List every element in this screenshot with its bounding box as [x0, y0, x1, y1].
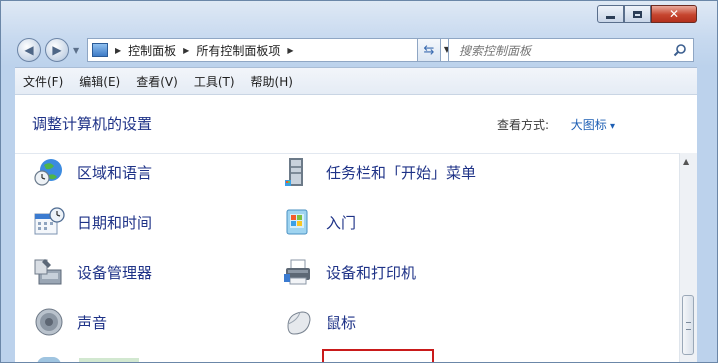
- item-mouse[interactable]: 鼠标: [282, 306, 356, 338]
- item-date-time[interactable]: 日期和时间: [33, 206, 152, 238]
- item-label: 日期和时间: [77, 213, 153, 232]
- item-getting-started[interactable]: 入门: [282, 206, 356, 238]
- speaker-icon: [35, 308, 63, 336]
- chevron-right-icon[interactable]: ▶: [183, 46, 189, 55]
- item-sound[interactable]: 声音: [33, 306, 107, 338]
- navigation-bar: ◀ ▶ ▼ ▶ 控制面板 ▶ 所有控制面板项 ▶ ▼ ⇆: [17, 37, 697, 63]
- menu-edit[interactable]: 编辑(E): [71, 73, 128, 90]
- view-by-dropdown[interactable]: 大图标: [571, 116, 615, 133]
- refresh-button[interactable]: ⇆: [417, 38, 441, 62]
- partial-item-label: [79, 358, 139, 362]
- content-pane: 调整计算机的设置 查看方式: 大图标 区域和语言: [15, 94, 697, 362]
- page-title: 调整计算机的设置: [32, 115, 153, 133]
- item-device-manager[interactable]: 设备管理器: [33, 256, 152, 288]
- forward-arrow-icon: ▶: [52, 43, 62, 57]
- minimize-icon: [606, 15, 615, 19]
- address-bar[interactable]: ▶ 控制面板 ▶ 所有控制面板项 ▶ ▼: [87, 38, 457, 62]
- getting-started-icon: [286, 209, 308, 235]
- calendar-clock-icon: [34, 207, 65, 235]
- globe-clock-icon: [34, 159, 62, 186]
- item-label: 声音: [77, 313, 108, 332]
- scroll-up-arrow-icon[interactable]: ▲: [683, 157, 689, 166]
- close-button[interactable]: ✕: [651, 5, 697, 23]
- item-label: 设备和打印机: [326, 263, 417, 282]
- highlight-box: [322, 349, 434, 362]
- back-arrow-icon: ◀: [24, 43, 34, 57]
- item-region-language[interactable]: 区域和语言: [33, 156, 152, 188]
- item-label: 任务栏和「开始」菜单: [326, 163, 477, 182]
- close-icon: ✕: [668, 7, 680, 21]
- item-label: 区域和语言: [77, 163, 153, 182]
- vertical-scrollbar[interactable]: ▲: [679, 153, 697, 362]
- menu-tools[interactable]: 工具(T): [186, 73, 243, 90]
- maximize-button[interactable]: [624, 5, 651, 23]
- control-panel-window: ✕ ◀ ▶ ▼ ▶ 控制面板 ▶ 所有控制面板项 ▶ ▼ ⇆ 文件(F) 编辑(…: [0, 0, 718, 363]
- grip-icon: [686, 322, 691, 330]
- view-by-label: 查看方式:: [496, 118, 549, 132]
- menu-bar: 文件(F) 编辑(E) 查看(V) 工具(T) 帮助(H): [15, 67, 697, 94]
- divider: [15, 153, 681, 154]
- menu-file[interactable]: 文件(F): [15, 73, 71, 90]
- refresh-icon: ⇆: [423, 42, 435, 58]
- breadcrumb-control-panel[interactable]: 控制面板: [128, 42, 176, 59]
- chevron-right-icon[interactable]: ▶: [115, 46, 121, 55]
- chevron-right-icon[interactable]: ▶: [287, 46, 293, 55]
- history-dropdown-icon[interactable]: ▼: [73, 46, 79, 55]
- forward-button[interactable]: ▶: [45, 38, 69, 62]
- control-panel-icon: [92, 43, 108, 57]
- mouse-icon: [287, 311, 311, 335]
- search-input[interactable]: [457, 40, 671, 62]
- maximize-icon: [633, 10, 642, 18]
- printer-icon: [284, 259, 310, 285]
- taskbar-icon: [285, 158, 303, 186]
- search-box[interactable]: [448, 38, 694, 62]
- menu-help[interactable]: 帮助(H): [243, 73, 301, 90]
- item-label: 入门: [326, 213, 357, 232]
- item-label: 设备管理器: [77, 263, 153, 282]
- item-devices-printers[interactable]: 设备和打印机: [282, 256, 416, 288]
- breadcrumb-all-items[interactable]: 所有控制面板项: [196, 42, 280, 59]
- caption-buttons: ✕: [597, 5, 697, 23]
- device-manager-icon: [34, 259, 62, 285]
- item-taskbar-start-menu[interactable]: 任务栏和「开始」菜单: [282, 156, 476, 188]
- scroll-thumb[interactable]: [682, 295, 694, 355]
- menu-view[interactable]: 查看(V): [128, 73, 186, 90]
- minimize-button[interactable]: [597, 5, 624, 23]
- item-label: 鼠标: [326, 313, 357, 332]
- partial-item-icon: [37, 357, 61, 362]
- search-icon[interactable]: [673, 43, 687, 57]
- back-button[interactable]: ◀: [17, 38, 41, 62]
